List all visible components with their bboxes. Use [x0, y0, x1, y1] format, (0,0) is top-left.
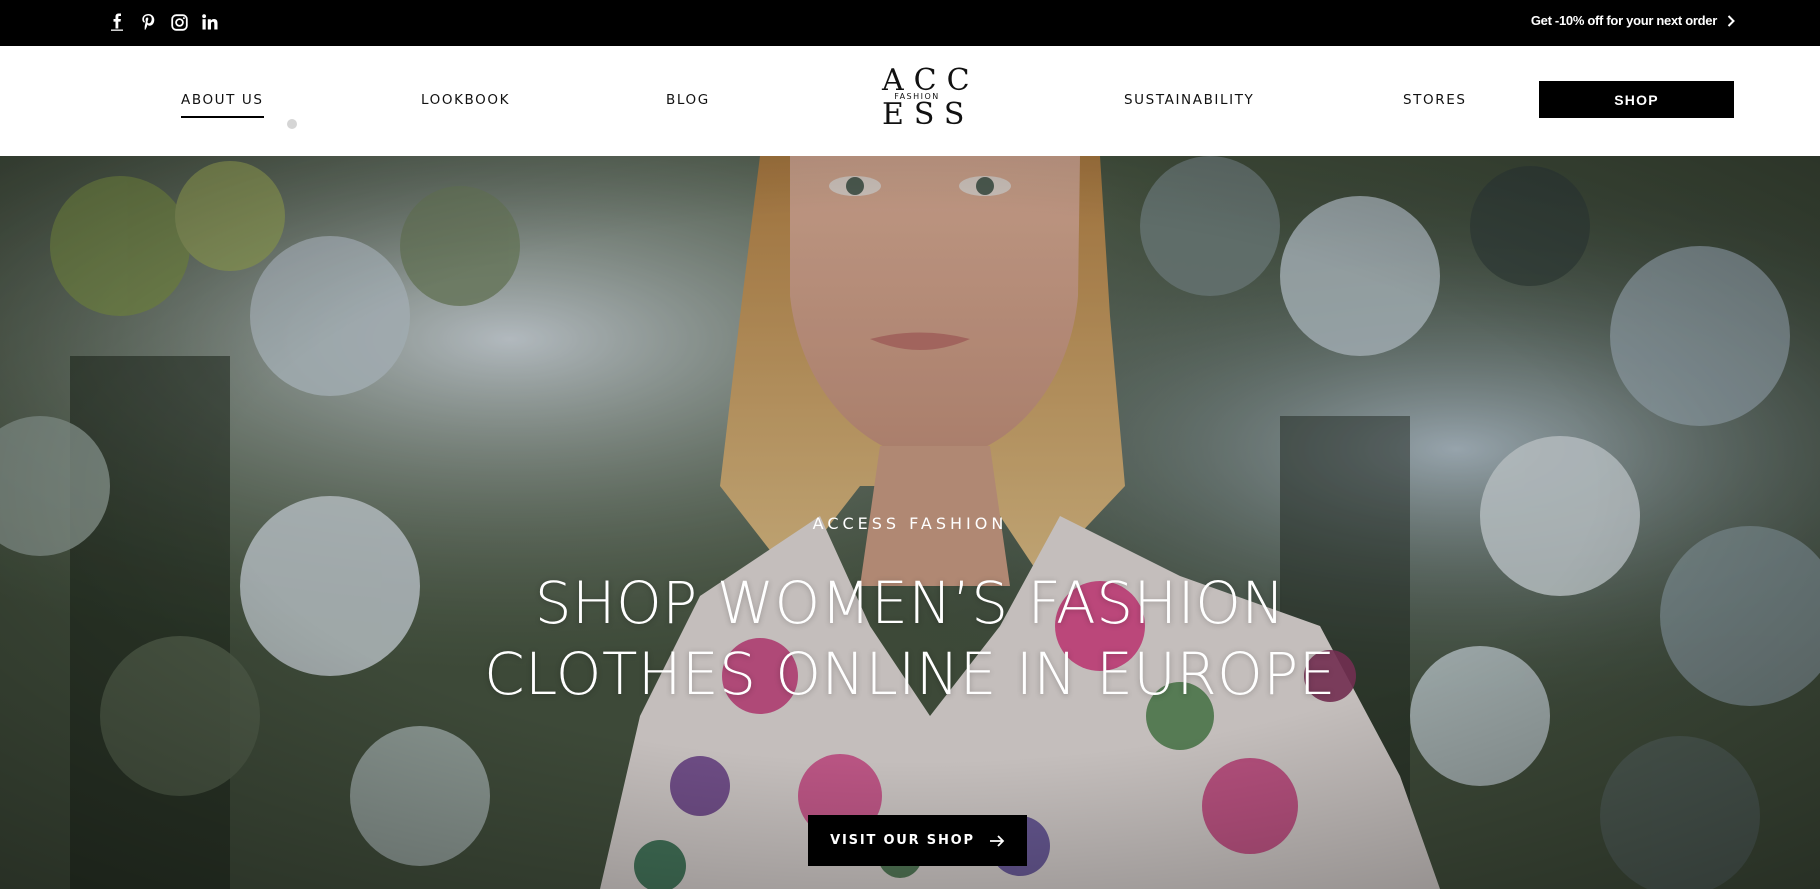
main-nav: ABOUT US LOOKBOOK BLOG ACC FASHION ESS S…: [0, 46, 1820, 156]
hero-kicker: ACCESS FASHION: [812, 514, 1008, 533]
shop-button[interactable]: SHOP: [1539, 81, 1734, 118]
nav-indicator-dot: [287, 119, 297, 129]
visit-shop-label: VISIT OUR SHOP: [830, 833, 975, 848]
visit-shop-button[interactable]: VISIT OUR SHOP: [808, 815, 1027, 866]
hero-headline: SHOP WOMEN’S FASHION CLOTHES ONLINE IN E…: [484, 569, 1336, 708]
brand-logo[interactable]: ACC FASHION ESS: [872, 66, 975, 138]
nav-stores[interactable]: STORES: [1403, 92, 1467, 108]
pinterest-icon[interactable]: [139, 12, 157, 32]
promo-text: Get -10% off for your next order: [1530, 13, 1717, 28]
nav-about-us[interactable]: ABOUT US: [181, 92, 264, 118]
arrow-right-icon: [989, 834, 1005, 847]
social-links: [108, 12, 219, 32]
facebook-icon[interactable]: [108, 12, 126, 32]
hero-banner: ACCESS FASHION SHOP WOMEN’S FASHION CLOT…: [0, 156, 1820, 889]
logo-line-3: ESS: [882, 97, 975, 132]
instagram-icon[interactable]: [170, 12, 188, 32]
nav-blog[interactable]: BLOG: [666, 92, 710, 108]
top-bar: Get -10% off for your next order: [0, 0, 1820, 46]
linkedin-icon[interactable]: [201, 12, 219, 32]
nav-lookbook[interactable]: LOOKBOOK: [421, 92, 510, 108]
promo-link[interactable]: Get -10% off for your next order: [1531, 13, 1735, 28]
nav-sustainability[interactable]: SUSTAINABILITY: [1124, 92, 1254, 108]
chevron-right-icon: [1727, 14, 1735, 27]
